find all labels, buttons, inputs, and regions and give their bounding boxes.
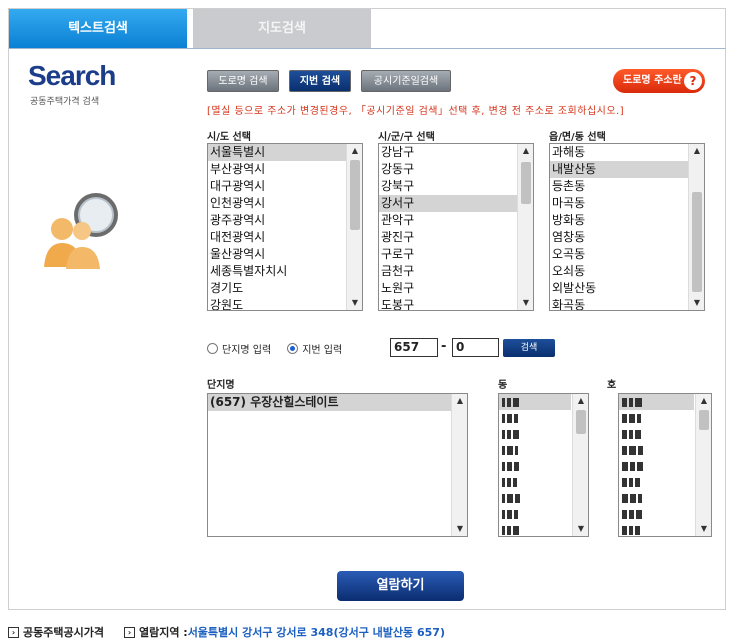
- sigungu-listbox[interactable]: 강남구 강동구 강북구 강서구 관악구 광진구 구로구 금천구 노원구 도봉구 …: [378, 143, 534, 311]
- list-item[interactable]: 광진구: [379, 229, 533, 246]
- complex-list-title: 단지명: [207, 380, 235, 391]
- scroll-down-icon[interactable]: ▼: [518, 296, 533, 310]
- scroll-down-icon[interactable]: ▼: [347, 296, 362, 310]
- scroll-up-icon[interactable]: ▲: [347, 144, 362, 158]
- complex-name-radio[interactable]: [207, 342, 218, 354]
- tab-text-search[interactable]: 텍스트검색: [9, 9, 187, 49]
- lot-number-radio[interactable]: [287, 342, 299, 354]
- complex-name-radio-label: 단지명 입력: [222, 344, 272, 356]
- list-item[interactable]: 광주광역시: [208, 212, 362, 229]
- lot-number-dash: -: [441, 339, 447, 354]
- list-item[interactable]: 구로구: [379, 246, 533, 263]
- unit-scrollbar[interactable]: ▲ ▼: [695, 394, 711, 536]
- scroll-thumb[interactable]: [350, 160, 360, 230]
- list-item[interactable]: 강원도: [208, 297, 362, 310]
- dong-scrollbar[interactable]: ▲ ▼: [688, 144, 704, 310]
- footer-label: 공동주택공시가격: [23, 626, 104, 639]
- arrow-right-icon: ›: [8, 626, 19, 638]
- list-item[interactable]: 마곡동: [550, 195, 704, 212]
- scroll-thumb[interactable]: [576, 410, 586, 434]
- unit-listbox[interactable]: ▲ ▼: [618, 393, 712, 537]
- list-item[interactable]: 서울특별시: [208, 144, 362, 161]
- list-item[interactable]: 과해동: [550, 144, 704, 161]
- list-item[interactable]: 오쇠동: [550, 263, 704, 280]
- footer-bar: › 공동주택공시가격 › 열람지역 : 서울특별시 강서구 강서로 348(강서…: [8, 624, 726, 640]
- road-address-help-button[interactable]: 도로명 주소란 ?: [613, 69, 705, 93]
- lot-number-radio-label: 지번 입력: [302, 344, 343, 356]
- question-icon: ?: [684, 72, 702, 90]
- complex-scrollbar[interactable]: ▲ ▼: [451, 394, 467, 536]
- sigungu-title: 시/군/구 선택: [378, 132, 435, 143]
- search-logo: Search: [28, 60, 116, 91]
- list-item[interactable]: [619, 394, 694, 410]
- road-address-help-label: 도로명 주소란: [623, 75, 682, 86]
- sigungu-scrollbar[interactable]: ▲ ▼: [517, 144, 533, 310]
- list-item[interactable]: 화곡동: [550, 297, 704, 310]
- lot-sub-number-input[interactable]: 0: [452, 338, 499, 357]
- list-item[interactable]: 인천광역시: [208, 195, 362, 212]
- list-item[interactable]: 염창동: [550, 229, 704, 246]
- complex-listbox[interactable]: (657) 우장산힐스테이트 ▲ ▼: [207, 393, 468, 537]
- list-item[interactable]: 방화동: [550, 212, 704, 229]
- scroll-down-icon[interactable]: ▼: [452, 522, 467, 536]
- sido-listbox[interactable]: 서울특별시 부산광역시 대구광역시 인천광역시 광주광역시 대전광역시 울산광역…: [207, 143, 363, 311]
- scroll-up-icon[interactable]: ▲: [452, 394, 467, 408]
- view-button[interactable]: 열람하기: [337, 571, 464, 601]
- building-list-title: 동: [498, 380, 508, 391]
- scroll-down-icon[interactable]: ▼: [573, 522, 588, 536]
- search-logo-subtitle: 공동주택가격 검색: [30, 97, 100, 107]
- list-item[interactable]: 강북구: [379, 178, 533, 195]
- scroll-up-icon[interactable]: ▲: [696, 394, 711, 408]
- page: 텍스트검색 지도검색 Search 공동주택가격 검색 도로명 검색 지번 검색…: [0, 0, 730, 643]
- scroll-up-icon[interactable]: ▲: [689, 144, 704, 158]
- dong-title: 읍/면/동 선택: [549, 132, 606, 143]
- lot-search-button[interactable]: 검색: [503, 339, 555, 357]
- unit-list-title: 호: [607, 380, 617, 391]
- reference-date-search-button[interactable]: 공시기준일검색: [361, 70, 451, 92]
- building-listbox[interactable]: ▲ ▼: [498, 393, 589, 537]
- list-item[interactable]: 강동구: [379, 161, 533, 178]
- footer-area-value: 서울특별시 강서구 강서로 348(강서구 내발산동 657): [187, 626, 445, 639]
- list-item[interactable]: 금천구: [379, 263, 533, 280]
- notice-text: [멸실 등으로 주소가 변경된경우, 「공시기준일 검색」선택 후, 변경 전 …: [207, 106, 625, 117]
- list-item[interactable]: 대전광역시: [208, 229, 362, 246]
- scroll-up-icon[interactable]: ▲: [573, 394, 588, 408]
- list-item[interactable]: 도봉구: [379, 297, 533, 310]
- list-item[interactable]: 노원구: [379, 280, 533, 297]
- list-item[interactable]: 내발산동: [550, 161, 704, 178]
- list-item[interactable]: 대구광역시: [208, 178, 362, 195]
- list-item[interactable]: 울산광역시: [208, 246, 362, 263]
- scroll-up-icon[interactable]: ▲: [518, 144, 533, 158]
- scroll-thumb[interactable]: [692, 192, 702, 292]
- list-item[interactable]: 오곡동: [550, 246, 704, 263]
- list-item[interactable]: 관악구: [379, 212, 533, 229]
- footer-area-label: 열람지역 :: [138, 626, 188, 639]
- lot-number-search-button[interactable]: 지번 검색: [289, 70, 351, 92]
- user-magnifier-icon: [44, 193, 118, 269]
- list-item[interactable]: (657) 우장산힐스테이트: [208, 394, 452, 411]
- list-item[interactable]: 경기도: [208, 280, 362, 297]
- sido-scrollbar[interactable]: ▲ ▼: [346, 144, 362, 310]
- scroll-down-icon[interactable]: ▼: [689, 296, 704, 310]
- scroll-down-icon[interactable]: ▼: [696, 522, 711, 536]
- list-item[interactable]: 등촌동: [550, 178, 704, 195]
- list-item[interactable]: 부산광역시: [208, 161, 362, 178]
- input-mode-row: 단지명 입력 지번 입력: [207, 339, 342, 357]
- lot-main-number-input[interactable]: 657: [390, 338, 438, 357]
- list-item[interactable]: [499, 394, 571, 410]
- list-item[interactable]: 세종특별자치시: [208, 263, 362, 280]
- list-item[interactable]: 외발산동: [550, 280, 704, 297]
- dong-listbox[interactable]: 과해동 내발산동 등촌동 마곡동 방화동 염창동 오곡동 오쇠동 외발산동 화곡…: [549, 143, 705, 311]
- arrow-right-icon: ›: [123, 626, 135, 638]
- scroll-thumb[interactable]: [521, 162, 531, 204]
- list-item[interactable]: 강남구: [379, 144, 533, 161]
- tab-map-search[interactable]: 지도검색: [193, 9, 371, 49]
- tab-bar: 텍스트검색 지도검색: [8, 8, 726, 49]
- sido-title: 시/도 선택: [207, 132, 251, 143]
- list-item[interactable]: 강서구: [379, 195, 533, 212]
- scroll-thumb[interactable]: [699, 410, 709, 430]
- building-scrollbar[interactable]: ▲ ▼: [572, 394, 588, 536]
- road-name-search-button[interactable]: 도로명 검색: [207, 70, 279, 92]
